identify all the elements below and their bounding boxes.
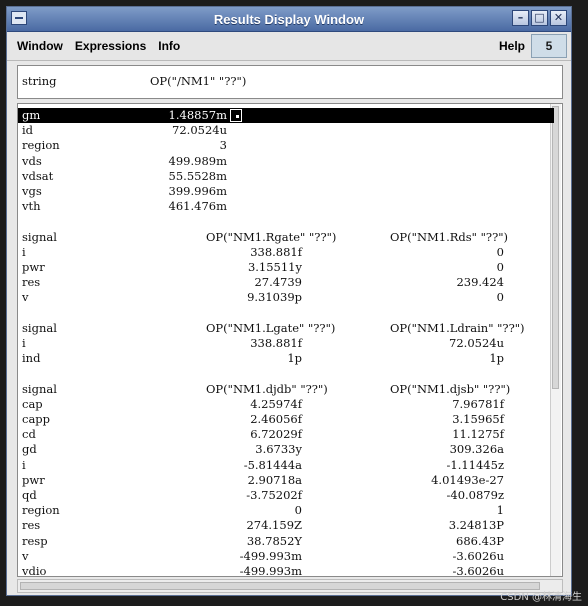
expression-value: OP("/NM1" "??") [150,74,247,88]
header-column-1: OP("NM1.Rgate" "??") [206,229,337,244]
vertical-scroll-thumb[interactable] [552,106,559,390]
signal-value: 3 [219,138,227,153]
value-column-2: 0 [496,260,504,274]
value-column-2: 4.01493e-27 [431,472,504,487]
watermark-text: CSDN @林清海生 [500,592,582,603]
value-column-2: 0 [496,244,504,259]
horizontal-scrollbar[interactable] [17,579,563,593]
minimize-icon[interactable]: – [512,10,529,26]
window-title: Results Display Window [213,11,365,27]
header-column-2: OP("NM1.Rds" "??") [390,229,509,244]
maximize-icon[interactable]: □ [531,10,548,26]
value-column-2: 1 [496,503,504,518]
window-menu-icon[interactable] [11,11,27,25]
signal-value: 399.996m [168,184,227,198]
value-column-2: 72.0524u [449,336,504,350]
value-column-2: 7.96781f [452,396,504,411]
header-signal: signal [22,381,57,396]
menu-info[interactable]: Info [152,39,186,53]
vertical-scrollbar[interactable] [550,104,561,576]
menu-window[interactable]: Window [7,39,69,53]
results-output[interactable]: gm 1.48857m id 72.0524u region 3 vds 499.989m vd… [17,103,563,577]
text-cursor-icon [230,109,242,122]
window-number-badge: 5 [531,34,567,58]
menu-help[interactable]: Help [499,39,525,53]
menu-bar: Window Expressions Info Help 5 [7,32,571,61]
signal-value: 499.989m [168,153,227,168]
value-column-2: 309.326a [449,442,504,457]
expression-field[interactable]: string OP("/NM1" "??") [17,65,563,99]
signal-value: 1.48857m [168,108,227,122]
header-column-1: OP("NM1.djdb" "??") [206,381,328,396]
header-signal: signal [22,320,57,335]
value-column-2: 3.15965f [452,412,504,426]
value-column-2: 0 [496,290,504,305]
expression-key: string [22,74,57,88]
value-column-2: 1p [489,351,504,366]
result-row[interactable]: gm 1.48857m [18,108,554,123]
value-column-2: -40.0879z [446,488,505,502]
value-column-2: 239.424 [456,275,504,290]
value-column-2: 686.43P [456,533,504,548]
close-icon[interactable]: ✕ [550,10,567,26]
value-column-2: 3.24813P [448,518,504,533]
value-column-2: 11.1275f [452,427,504,442]
value-column-2: -3.6026u [452,548,504,563]
signal-value: 55.5528m [168,168,227,183]
title-bar[interactable]: Results Display Window – □ ✕ [7,7,571,32]
results-display-window: Results Display Window – □ ✕ Window Expr… [6,6,572,596]
header-column-1: OP("NM1.Lgate" "??") [206,320,336,335]
header-column-2: OP("NM1.Ldrain" "??") [390,320,525,335]
header-column-2: OP("NM1.djsb" "??") [390,381,511,396]
value-column-2: -3.6026u [452,564,504,577]
signal-value: 72.0524u [172,123,227,138]
header-signal: signal [22,229,57,244]
window-controls: – □ ✕ [512,10,567,26]
signal-value: 461.476m [168,199,227,214]
value-column-2: -1.11445z [446,457,505,472]
menu-expressions[interactable]: Expressions [69,39,152,53]
horizontal-scroll-thumb[interactable] [20,582,540,590]
